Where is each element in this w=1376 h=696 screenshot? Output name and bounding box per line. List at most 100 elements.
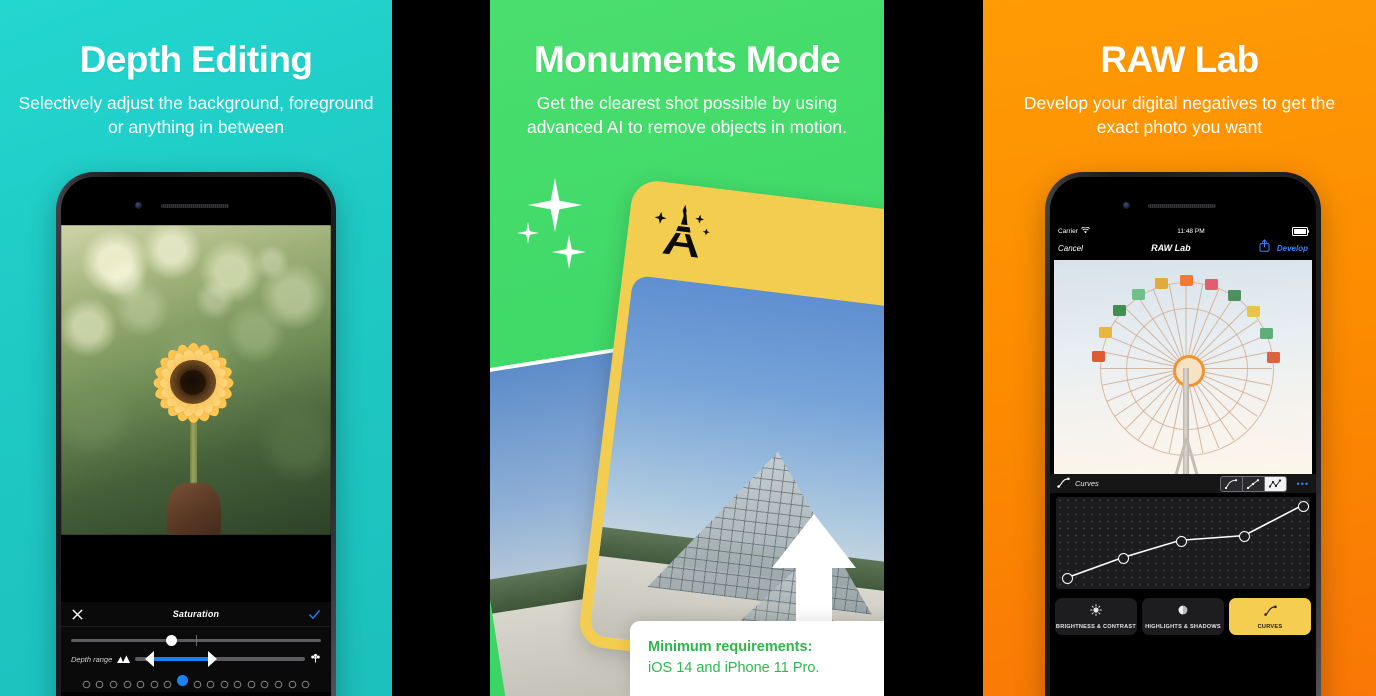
clock-label: 11:48 PM bbox=[1177, 228, 1205, 235]
tab-highlights-shadows[interactable]: HIGHLIGHTS & SHADOWS bbox=[1142, 598, 1224, 635]
phone-mockup-depth: Saturation Depth range bbox=[56, 172, 336, 696]
tab-label: HIGHLIGHTS & SHADOWS bbox=[1145, 624, 1221, 630]
page-title: Monuments Mode bbox=[533, 39, 841, 80]
ferris-gondola bbox=[1099, 326, 1113, 338]
cancel-button[interactable]: Cancel bbox=[1058, 244, 1083, 253]
vignette-icon[interactable] bbox=[233, 676, 242, 689]
slider-center-tick bbox=[196, 635, 197, 647]
depth-range-label: Depth range bbox=[71, 654, 113, 664]
nav-title: RAW Lab bbox=[1151, 243, 1191, 253]
status-bar: Carrier 11:48 PM bbox=[1050, 225, 1316, 238]
curve-single-icon[interactable] bbox=[1220, 476, 1243, 491]
sphere-shadow-icon bbox=[1177, 603, 1189, 621]
levels-icon[interactable] bbox=[163, 676, 172, 689]
curve-multipoint-icon[interactable] bbox=[1264, 476, 1286, 491]
grain-icon[interactable] bbox=[288, 676, 297, 689]
ferris-gondola bbox=[1205, 278, 1219, 290]
curve-control-point[interactable] bbox=[1297, 500, 1309, 512]
curve-editor[interactable] bbox=[1056, 497, 1310, 589]
ferris-gondola bbox=[1266, 352, 1280, 364]
brush-icon[interactable] bbox=[247, 676, 256, 689]
requirements-text: iOS 14 and iPhone 11 Pro. bbox=[648, 660, 820, 677]
ellipsis-icon[interactable]: ••• bbox=[1292, 479, 1309, 489]
tab-label: BRIGHTNESS & CONTRAST bbox=[1055, 624, 1137, 630]
sharpen-icon[interactable] bbox=[206, 676, 215, 689]
panel-monuments-header: Monuments Mode Get the clearest shot pos… bbox=[490, 0, 884, 139]
share-upload-icon[interactable] bbox=[1259, 239, 1270, 257]
tool-strip[interactable] bbox=[61, 668, 331, 692]
ferris-gondola bbox=[1132, 288, 1146, 300]
editor-toolbar: Saturation bbox=[61, 602, 331, 628]
minimum-requirements-card: Minimum requirements: iOS 14 and iPhone … bbox=[630, 620, 884, 696]
nav-bar: Cancel RAW Lab Develop bbox=[1050, 238, 1316, 258]
front-camera-icon bbox=[135, 202, 142, 209]
tab-curves[interactable]: CURVES bbox=[1229, 598, 1311, 635]
adjustment-tab-bar[interactable]: BRIGHTNESS & CONTRAST HIGHLIGHTS & SHADOW… bbox=[1050, 593, 1316, 641]
ferris-gondola bbox=[1180, 275, 1194, 286]
triangle-icon[interactable] bbox=[220, 676, 229, 689]
phone-mockup-raw: Carrier 11:48 PM Cancel RAW Lab Develop … bbox=[1045, 172, 1321, 696]
curve-mode-segmented-control[interactable] bbox=[1219, 475, 1287, 492]
ferris-gondola bbox=[1092, 350, 1106, 362]
depth-range-row: Depth range bbox=[61, 644, 331, 668]
brightness-icon bbox=[1090, 603, 1102, 621]
rotate-icon[interactable] bbox=[95, 676, 104, 689]
export-icon[interactable] bbox=[301, 676, 310, 689]
curve-control-point[interactable] bbox=[1175, 535, 1187, 547]
panel-raw-header: RAW Lab Develop your digital negatives t… bbox=[983, 0, 1376, 139]
carrier-label: Carrier bbox=[1058, 228, 1078, 235]
curves-header: Curves ••• bbox=[1050, 474, 1316, 493]
curve-icon bbox=[1263, 603, 1277, 621]
contrast-icon[interactable] bbox=[123, 676, 132, 689]
editor-title: Saturation bbox=[172, 609, 220, 620]
tab-label: CURVES bbox=[1257, 624, 1283, 630]
requirements-heading: Minimum requirements: bbox=[648, 638, 813, 655]
blur-icon[interactable] bbox=[260, 676, 269, 689]
close-x-icon[interactable] bbox=[71, 608, 84, 621]
checkmark-icon[interactable] bbox=[308, 608, 321, 621]
sparkle-medium-icon bbox=[552, 235, 586, 269]
depth-editor-panel: Saturation Depth range bbox=[61, 602, 331, 692]
front-camera-icon bbox=[1123, 202, 1130, 209]
curve-control-point[interactable] bbox=[1117, 553, 1129, 565]
app-store-screenshot-set: Depth Editing Selectively adjust the bac… bbox=[0, 0, 1376, 696]
ferris-wheel-photo bbox=[1054, 260, 1312, 474]
panel-raw-lab: RAW Lab Develop your digital negatives t… bbox=[983, 0, 1376, 696]
ferris-hub bbox=[1173, 355, 1205, 387]
page-title: Depth Editing bbox=[79, 39, 313, 80]
ferris-gondola bbox=[1228, 289, 1242, 301]
photo-canvas-ferris[interactable] bbox=[1054, 260, 1312, 474]
heal-icon[interactable] bbox=[193, 676, 202, 689]
eye-icon[interactable] bbox=[82, 676, 91, 689]
frame-icon[interactable] bbox=[274, 676, 283, 689]
mountains-icon bbox=[117, 650, 131, 668]
clone-icon[interactable] bbox=[150, 676, 159, 689]
depth-range-handle-start[interactable] bbox=[145, 651, 155, 667]
curve-icon bbox=[1057, 475, 1070, 493]
ferris-gondola bbox=[1113, 305, 1127, 317]
phone-screen-depth: Saturation Depth range bbox=[61, 177, 331, 696]
droplet-icon[interactable] bbox=[136, 676, 145, 689]
tab-brightness-contrast[interactable]: BRIGHTNESS & CONTRAST bbox=[1055, 598, 1137, 635]
panel-depth-editing: Depth Editing Selectively adjust the bac… bbox=[0, 0, 392, 696]
photo-canvas-sunflower[interactable] bbox=[61, 225, 331, 535]
page-subtitle: Get the clearest shot possible by using … bbox=[526, 92, 848, 137]
sunflower-bloom bbox=[144, 333, 242, 431]
page-title: RAW Lab bbox=[1100, 39, 1259, 80]
battery-full-icon bbox=[1292, 227, 1310, 236]
curve-linear-icon[interactable] bbox=[1242, 476, 1265, 491]
ferris-gondola bbox=[1246, 306, 1260, 318]
depth-range-handle-end[interactable] bbox=[208, 651, 218, 667]
depth-range-fill bbox=[148, 657, 210, 661]
crop-icon[interactable] bbox=[109, 676, 118, 689]
saturation-icon[interactable] bbox=[176, 675, 188, 686]
page-subtitle: Develop your digital negatives to get th… bbox=[1023, 92, 1336, 137]
develop-button[interactable]: Develop bbox=[1277, 244, 1308, 253]
hand bbox=[167, 483, 221, 535]
depth-range-slider[interactable] bbox=[135, 651, 305, 667]
earpiece-speaker bbox=[161, 204, 229, 208]
sparkle-large-icon bbox=[528, 178, 582, 232]
saturation-slider[interactable] bbox=[71, 635, 321, 647]
panel-monuments-mode: Monuments Mode Get the clearest shot pos… bbox=[490, 0, 884, 696]
eiffel-tower-sparkle-icon bbox=[646, 197, 720, 271]
